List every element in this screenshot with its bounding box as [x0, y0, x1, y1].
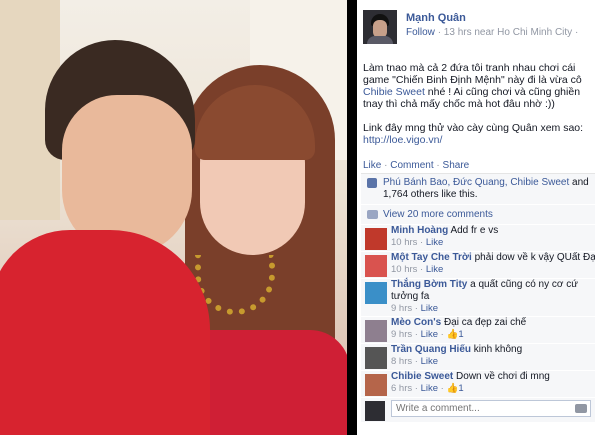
comment-text: Add fr e vs	[450, 225, 499, 236]
viewer-avatar	[365, 401, 385, 421]
comment-time[interactable]: 10 hrs	[391, 237, 417, 248]
commenter-name[interactable]: Chibie Sweet	[391, 371, 453, 382]
commenter-avatar[interactable]	[365, 228, 387, 250]
comment-time[interactable]: 9 hrs	[391, 303, 412, 314]
post-text-1: Làm tnao mà cả 2 đứa tôi tranh nhau chơi…	[363, 62, 582, 86]
commenter-avatar[interactable]	[365, 282, 387, 304]
post-text: Làm tnao mà cả 2 đứa tôi tranh nhau chơi…	[363, 62, 595, 158]
commenter-name[interactable]: Một Tay Che Trời	[391, 252, 472, 263]
view-more-label: View 20 more comments	[383, 209, 493, 220]
tagged-user-link[interactable]: Chibie Sweet	[363, 86, 425, 98]
comment-like-count[interactable]: 1	[458, 383, 463, 394]
comment-item: Chibie Sweet Down về chơi đi mng 6 hrs ·…	[361, 371, 595, 398]
commenter-name[interactable]: Minh Hoàng	[391, 225, 448, 236]
comment-item: Mèo Con's Đại ca đẹp zai chế 9 hrs · Lik…	[361, 317, 595, 344]
comment-input[interactable]	[391, 400, 591, 417]
author-avatar[interactable]	[363, 10, 397, 44]
comment-item: Thắng Bờm Tity a quất cũng có ny cơ cứ t…	[361, 279, 595, 317]
post-actions: Like · Comment · Share	[363, 160, 470, 171]
follow-link[interactable]: Follow	[406, 27, 435, 38]
comment-text: kinh không	[473, 344, 523, 355]
comment-like-link[interactable]: Like	[426, 237, 443, 248]
comment-bubble-icon	[367, 210, 378, 219]
commenter-name[interactable]: Thắng Bờm Tity	[391, 279, 467, 290]
red-shirt	[0, 230, 210, 435]
post-photo[interactable]	[0, 0, 347, 435]
comment-time[interactable]: 9 hrs	[391, 329, 412, 340]
ufi-box: Phú Bánh Bao, Đức Quang, Chibie Sweet an…	[361, 173, 595, 422]
comment-like-link[interactable]: Like	[421, 329, 438, 340]
commenter-name[interactable]: Trần Quang Hiếu	[391, 344, 471, 355]
comment-like-thumb-icon: 👍	[446, 383, 459, 394]
comment-link[interactable]: Comment	[390, 160, 433, 171]
likes-summary: Phú Bánh Bao, Đức Quang, Chibie Sweet an…	[361, 174, 595, 205]
game-url-link[interactable]: http://loe.vigo.vn/	[363, 134, 442, 146]
post-text-2: Link đây mng thử vào cày cùng Quân xem s…	[363, 122, 584, 134]
thumbs-up-icon	[367, 178, 377, 188]
comment-time[interactable]: 8 hrs	[391, 356, 412, 367]
comment-item: Minh Hoàng Add fr e vs 10 hrs · Like	[361, 225, 595, 252]
view-more-comments[interactable]: View 20 more comments	[361, 205, 595, 225]
comment-text: Down về chơi đi mng	[456, 371, 550, 382]
comment-text: Đại ca đẹp zai chế	[443, 317, 527, 328]
comment-time[interactable]: 6 hrs	[391, 383, 412, 394]
like-link[interactable]: Like	[363, 160, 381, 171]
comment-like-link[interactable]: Like	[421, 303, 438, 314]
likers-link[interactable]: Phú Bánh Bao, Đức Quang, Chibie Sweet	[383, 177, 569, 188]
commenter-name[interactable]: Mèo Con's	[391, 317, 441, 328]
comment-time[interactable]: 10 hrs	[391, 264, 417, 275]
comment-text: phải dow về k vậy QUất Đại K	[474, 252, 595, 263]
comment-item: Trần Quang Hiếu kinh không 8 hrs · Like	[361, 344, 595, 371]
commenter-avatar[interactable]	[365, 347, 387, 369]
comment-like-link[interactable]: Like	[421, 356, 438, 367]
comment-like-count[interactable]: 1	[458, 329, 463, 340]
post-header: Mạnh Quân Follow · 13 hrs near Ho Chi Mi…	[363, 10, 593, 50]
post-pane: Mạnh Quân Follow · 13 hrs near Ho Chi Mi…	[357, 0, 600, 435]
comment-like-link[interactable]: Like	[421, 383, 438, 394]
comment-like-thumb-icon: 👍	[446, 329, 459, 340]
post-meta: Follow · 13 hrs near Ho Chi Minh City ·	[406, 27, 578, 38]
commenter-avatar[interactable]	[365, 374, 387, 396]
commenter-avatar[interactable]	[365, 320, 387, 342]
post-time-location: · 13 hrs near Ho Chi Minh City ·	[437, 27, 579, 38]
commenter-avatar[interactable]	[365, 255, 387, 277]
comment-like-link[interactable]: Like	[426, 264, 443, 275]
author-name[interactable]: Mạnh Quân	[406, 12, 466, 24]
write-comment-row	[361, 398, 595, 422]
comment-item: Một Tay Che Trời phải dow về k vậy QUất …	[361, 252, 595, 279]
share-link[interactable]: Share	[443, 160, 470, 171]
camera-icon[interactable]	[575, 404, 587, 413]
